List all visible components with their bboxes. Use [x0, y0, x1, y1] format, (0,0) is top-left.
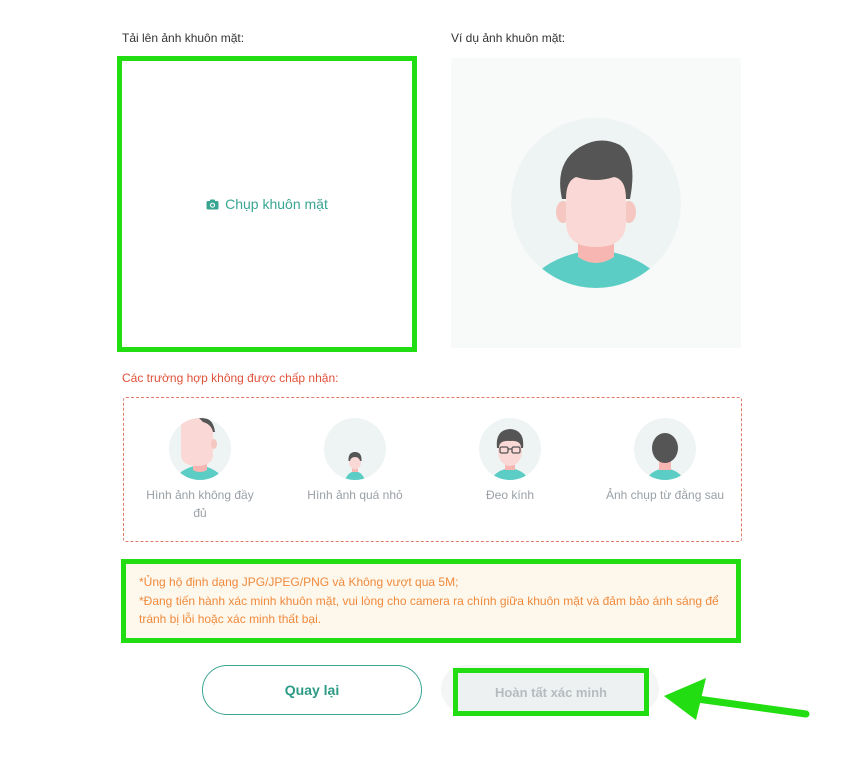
notice-verification-line: *Đang tiến hành xác minh khuôn mặt, vui …: [139, 593, 719, 627]
upload-label: Tải lên ảnh khuôn mặt:: [122, 31, 245, 45]
camera-icon: [206, 199, 219, 209]
rejected-case-label: Ảnh chụp từ đằng sau: [605, 488, 725, 502]
capture-face-label: Chụp khuôn mặt: [225, 196, 328, 212]
face-upload-area[interactable]: Chụp khuôn mặt: [117, 56, 417, 352]
finish-verification-button[interactable]: Hoàn tất xác minh: [453, 668, 649, 716]
back-button[interactable]: Quay lại: [202, 665, 422, 715]
example-face-avatar: [511, 118, 681, 288]
rejected-case-label: Đeo kính: [485, 488, 535, 502]
example-label: Ví dụ ảnh khuôn mặt:: [451, 31, 566, 45]
capture-face-button[interactable]: Chụp khuôn mặt: [206, 196, 328, 212]
rejected-case-incomplete: Hình ảnh không đầy đủ: [140, 418, 260, 522]
rejected-case-from-behind: Ảnh chụp từ đằng sau: [605, 418, 725, 504]
incomplete-face-icon: [169, 418, 231, 480]
rejected-cases-panel: Hình ảnh không đầy đủ Hình ảnh quá nhỏ Đ…: [123, 397, 742, 542]
rejected-case-label: Hình ảnh không đầy đủ: [146, 488, 254, 520]
small-face-icon: [324, 418, 386, 480]
upload-notice: *Ủng hộ định dạng JPG/JPEG/PNG và Không …: [121, 559, 741, 643]
notice-format-line: *Ủng hộ định dạng JPG/JPEG/PNG và Không …: [139, 575, 459, 589]
rejected-case-label: Hình ảnh quá nhỏ: [307, 488, 403, 502]
rejected-case-glasses: Đeo kính: [450, 418, 570, 504]
rejected-case-too-small: Hình ảnh quá nhỏ: [295, 418, 415, 504]
back-of-head-icon: [634, 418, 696, 480]
glasses-face-icon: [479, 418, 541, 480]
example-face-panel: [451, 58, 741, 348]
annotation-arrow-icon: [664, 678, 810, 720]
rejected-cases-title: Các trường hợp không được chấp nhận:: [122, 371, 339, 385]
